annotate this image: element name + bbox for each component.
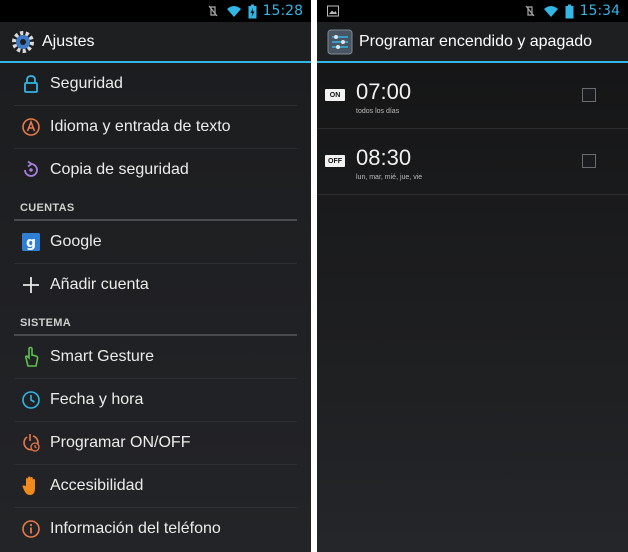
battery-icon	[565, 4, 574, 18]
svg-text:g: g	[26, 235, 36, 251]
status-time: 15:28	[262, 3, 303, 19]
schedule-item-off[interactable]: OFF 08:30 lun, mar, mié, jue, vie	[317, 129, 628, 195]
settings-item-accessibility[interactable]: Accesibilidad	[14, 465, 297, 508]
wifi-icon	[226, 6, 241, 17]
settings-item-label: Accesibilidad	[50, 477, 144, 494]
page-title: Ajustes	[42, 32, 95, 50]
schedule-checkbox[interactable]	[582, 88, 596, 102]
settings-item-security[interactable]: Seguridad	[14, 63, 297, 106]
page-title: Programar encendido y apagado	[359, 32, 593, 50]
power-clock-icon	[19, 431, 43, 455]
wifi-icon	[543, 6, 558, 17]
status-badge: ON	[325, 89, 345, 101]
action-bar: Ajustes	[0, 22, 311, 63]
settings-item-google[interactable]: g Google	[14, 221, 297, 264]
settings-item-label: Idioma y entrada de texto	[50, 118, 231, 135]
settings-item-backup[interactable]: Copia de seguridad	[14, 149, 297, 191]
backup-icon	[19, 158, 43, 182]
settings-item-label: Google	[50, 233, 102, 250]
lock-icon	[19, 72, 43, 96]
settings-gear-icon[interactable]	[10, 29, 36, 55]
schedule-power-screen: 15:34 Programar encendido y apagado ON 0…	[317, 0, 628, 552]
settings-item-label: Copia de seguridad	[50, 161, 189, 178]
image-notification-icon	[327, 5, 339, 17]
schedule-list: ON 07:00 todos los días OFF 08:30 lun, m…	[317, 63, 628, 195]
vibrate-off-icon	[525, 5, 535, 17]
schedule-time: 07:00	[356, 79, 412, 104]
settings-screen: 15:28 Ajustes Seguridad Idioma y entrada…	[0, 0, 311, 552]
section-header-cuentas: CUENTAS	[14, 191, 297, 221]
settings-list: Seguridad Idioma y entrada de texto Copi…	[0, 63, 311, 550]
plus-icon	[19, 273, 43, 297]
settings-item-label: Smart Gesture	[50, 348, 155, 365]
settings-item-add-account[interactable]: Añadir cuenta	[14, 264, 297, 306]
settings-item-label: Seguridad	[50, 75, 123, 92]
settings-item-label: Información del teléfono	[50, 520, 221, 537]
hand-pointer-icon	[19, 345, 43, 369]
vibrate-off-icon	[208, 5, 218, 17]
settings-item-label: Programar ON/OFF	[50, 434, 191, 451]
settings-item-label: Añadir cuenta	[50, 276, 149, 293]
info-icon	[19, 517, 43, 541]
clock-icon	[19, 388, 43, 412]
status-badge: OFF	[325, 155, 345, 167]
status-bar: 15:34	[317, 0, 628, 22]
status-bar: 15:28	[0, 0, 311, 22]
google-icon: g	[19, 230, 43, 254]
schedule-item-on[interactable]: ON 07:00 todos los días	[317, 63, 628, 129]
status-time: 15:34	[579, 3, 620, 19]
settings-item-date-time[interactable]: Fecha y hora	[14, 379, 297, 422]
battery-charging-icon	[248, 4, 257, 18]
schedule-time: 08:30	[356, 145, 412, 170]
settings-item-schedule-power[interactable]: Programar ON/OFF	[14, 422, 297, 465]
action-bar: Programar encendido y apagado	[317, 22, 628, 63]
language-icon	[19, 115, 43, 139]
section-header-sistema: SISTEMA	[14, 306, 297, 336]
section-header-label: CUENTAS	[20, 202, 75, 214]
section-header-label: SISTEMA	[20, 317, 71, 329]
schedule-settings-icon[interactable]	[327, 29, 353, 55]
settings-item-language[interactable]: Idioma y entrada de texto	[14, 106, 297, 149]
settings-item-smart-gesture[interactable]: Smart Gesture	[14, 336, 297, 379]
settings-item-label: Fecha y hora	[50, 391, 144, 408]
schedule-days: todos los días	[356, 108, 400, 115]
schedule-checkbox[interactable]	[582, 154, 596, 168]
hand-icon	[19, 474, 43, 498]
schedule-days: lun, mar, mié, jue, vie	[356, 174, 423, 181]
settings-item-phone-info[interactable]: Información del teléfono	[14, 508, 297, 550]
